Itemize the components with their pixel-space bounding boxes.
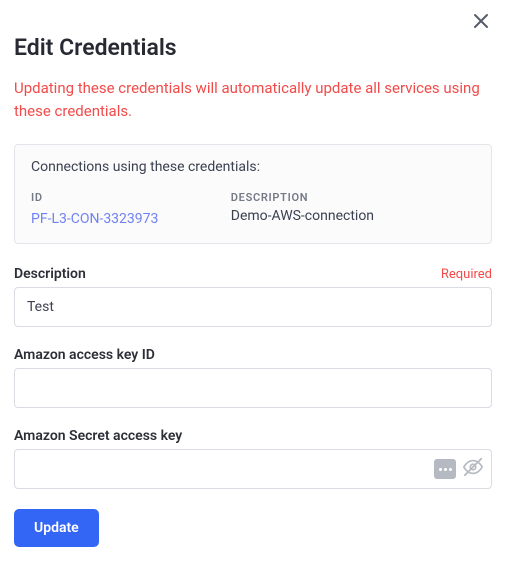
toggle-visibility-button[interactable] bbox=[462, 456, 484, 482]
secret-key-input[interactable] bbox=[14, 449, 492, 489]
close-icon bbox=[472, 12, 490, 30]
access-key-label: Amazon access key ID bbox=[14, 347, 155, 363]
eye-off-icon bbox=[462, 456, 484, 482]
connections-info-box: Connections using these credentials: ID … bbox=[14, 144, 492, 244]
access-key-field: Amazon access key ID bbox=[14, 347, 492, 408]
edit-credentials-modal: Edit Credentials Updating these credenti… bbox=[0, 0, 506, 567]
id-column-label: ID bbox=[31, 191, 231, 204]
secret-key-label: Amazon Secret access key bbox=[14, 428, 182, 444]
close-button[interactable] bbox=[472, 12, 490, 30]
info-box-heading: Connections using these credentials: bbox=[31, 159, 475, 175]
connection-id-link[interactable]: PF-L3-CON-3323973 bbox=[31, 211, 158, 227]
generate-button[interactable] bbox=[434, 459, 456, 479]
update-button[interactable]: Update bbox=[14, 509, 99, 547]
description-label: Description bbox=[14, 266, 86, 282]
modal-title: Edit Credentials bbox=[14, 34, 492, 61]
secret-key-field: Amazon Secret access key bbox=[14, 428, 492, 489]
description-field: Description Required bbox=[14, 266, 492, 327]
description-input[interactable] bbox=[14, 287, 492, 327]
connection-description: Demo-AWS-connection bbox=[231, 208, 475, 224]
dots-icon bbox=[439, 468, 452, 471]
access-key-input[interactable] bbox=[14, 368, 492, 408]
description-column-label: DESCRIPTION bbox=[231, 191, 475, 204]
required-indicator: Required bbox=[441, 267, 492, 282]
warning-text: Updating these credentials will automati… bbox=[14, 77, 492, 122]
